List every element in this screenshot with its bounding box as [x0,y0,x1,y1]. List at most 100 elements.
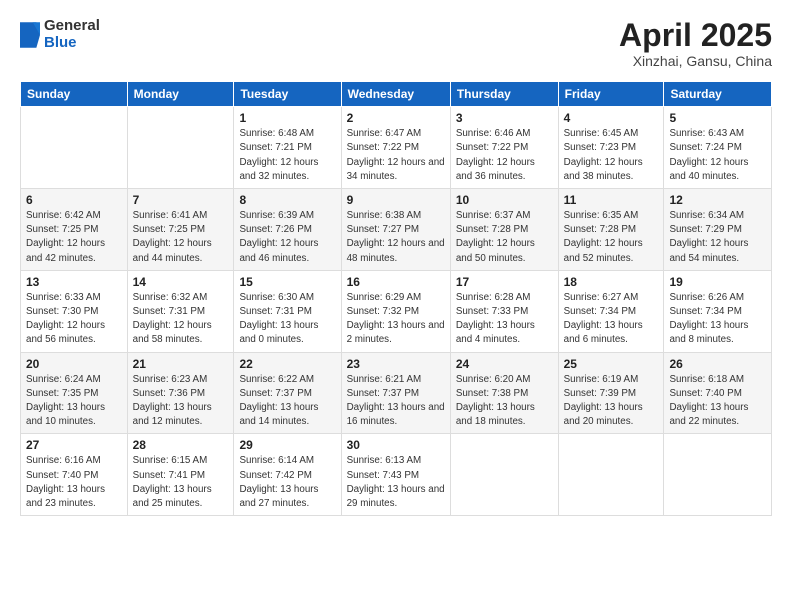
title-block: April 2025 Xinzhai, Gansu, China [619,18,772,69]
table-row: 13 Sunrise: 6:33 AM Sunset: 7:30 PM Dayli… [21,270,128,352]
table-row: 14 Sunrise: 6:32 AM Sunset: 7:31 PM Dayli… [127,270,234,352]
day-info: Sunrise: 6:15 AM Sunset: 7:41 PM Dayligh… [133,454,229,511]
day-info: Sunrise: 6:48 AM Sunset: 7:21 PM Dayligh… [239,127,335,184]
day-info: Sunrise: 6:46 AM Sunset: 7:22 PM Dayligh… [456,127,553,184]
day-number: 25 [564,357,659,371]
table-row: 29 Sunrise: 6:14 AM Sunset: 7:42 PM Dayli… [234,434,341,516]
col-saturday: Saturday [664,82,772,107]
day-info: Sunrise: 6:13 AM Sunset: 7:43 PM Dayligh… [347,454,445,511]
day-info: Sunrise: 6:20 AM Sunset: 7:38 PM Dayligh… [456,373,553,430]
table-row: 7 Sunrise: 6:41 AM Sunset: 7:25 PM Daylig… [127,189,234,271]
day-number: 6 [26,193,122,207]
logo-blue-text: Blue [44,35,100,52]
day-info: Sunrise: 6:28 AM Sunset: 7:33 PM Dayligh… [456,291,553,348]
day-number: 30 [347,438,445,452]
table-row: 16Sunrise: 6:29 AM Sunset: 7:32 PM Dayli… [341,270,450,352]
calendar-week-row: 1Sunrise: 6:48 AM Sunset: 7:21 PM Daylig… [21,107,772,189]
table-row: 27 Sunrise: 6:16 AM Sunset: 7:40 PM Dayli… [21,434,128,516]
col-monday: Monday [127,82,234,107]
day-info: Sunrise: 6:14 AM Sunset: 7:42 PM Dayligh… [239,454,335,511]
table-row: 24 Sunrise: 6:20 AM Sunset: 7:38 PM Dayli… [450,352,558,434]
table-row: 20Sunrise: 6:24 AM Sunset: 7:35 PM Dayli… [21,352,128,434]
day-info: Sunrise: 6:19 AM Sunset: 7:39 PM Dayligh… [564,373,659,430]
day-info: Sunrise: 6:39 AM Sunset: 7:26 PM Dayligh… [239,209,335,266]
calendar-week-row: 20Sunrise: 6:24 AM Sunset: 7:35 PM Dayli… [21,352,772,434]
day-info: Sunrise: 6:24 AM Sunset: 7:35 PM Dayligh… [26,373,122,430]
day-number: 7 [133,193,229,207]
logo-icon [20,22,40,48]
calendar-week-row: 6 Sunrise: 6:42 AM Sunset: 7:25 PM Daylig… [21,189,772,271]
day-info: Sunrise: 6:16 AM Sunset: 7:40 PM Dayligh… [26,454,122,511]
table-row [21,107,128,189]
table-row: 17 Sunrise: 6:28 AM Sunset: 7:33 PM Dayli… [450,270,558,352]
day-info: Sunrise: 6:30 AM Sunset: 7:31 PM Dayligh… [239,291,335,348]
day-info: Sunrise: 6:37 AM Sunset: 7:28 PM Dayligh… [456,209,553,266]
day-info: Sunrise: 6:42 AM Sunset: 7:25 PM Dayligh… [26,209,122,266]
day-info: Sunrise: 6:47 AM Sunset: 7:22 PM Dayligh… [347,127,445,184]
calendar-week-row: 27 Sunrise: 6:16 AM Sunset: 7:40 PM Dayli… [21,434,772,516]
day-number: 13 [26,275,122,289]
table-row: 22 Sunrise: 6:22 AM Sunset: 7:37 PM Dayli… [234,352,341,434]
table-row: 6 Sunrise: 6:42 AM Sunset: 7:25 PM Daylig… [21,189,128,271]
table-row: 8 Sunrise: 6:39 AM Sunset: 7:26 PM Daylig… [234,189,341,271]
day-number: 11 [564,193,659,207]
title-location: Xinzhai, Gansu, China [619,53,772,69]
day-number: 4 [564,111,659,125]
col-sunday: Sunday [21,82,128,107]
calendar-table: Sunday Monday Tuesday Wednesday Thursday… [20,81,772,516]
day-number: 27 [26,438,122,452]
page: General Blue April 2025 Xinzhai, Gansu, … [0,0,792,612]
table-row: 4 Sunrise: 6:45 AM Sunset: 7:23 PM Daylig… [558,107,664,189]
day-info: Sunrise: 6:21 AM Sunset: 7:37 PM Dayligh… [347,373,445,430]
table-row: 15 Sunrise: 6:30 AM Sunset: 7:31 PM Dayli… [234,270,341,352]
table-row: 30 Sunrise: 6:13 AM Sunset: 7:43 PM Dayli… [341,434,450,516]
day-info: Sunrise: 6:18 AM Sunset: 7:40 PM Dayligh… [669,373,766,430]
table-row: 18Sunrise: 6:27 AM Sunset: 7:34 PM Dayli… [558,270,664,352]
day-info: Sunrise: 6:43 AM Sunset: 7:24 PM Dayligh… [669,127,766,184]
day-number: 2 [347,111,445,125]
logo: General Blue [20,18,100,51]
logo-general-text: General [44,18,100,35]
logo-text: General Blue [44,18,100,51]
table-row [558,434,664,516]
table-row: 1Sunrise: 6:48 AM Sunset: 7:21 PM Daylig… [234,107,341,189]
table-row: 10 Sunrise: 6:37 AM Sunset: 7:28 PM Dayli… [450,189,558,271]
table-row: 3 Sunrise: 6:46 AM Sunset: 7:22 PM Daylig… [450,107,558,189]
day-number: 28 [133,438,229,452]
day-info: Sunrise: 6:23 AM Sunset: 7:36 PM Dayligh… [133,373,229,430]
day-number: 8 [239,193,335,207]
day-info: Sunrise: 6:34 AM Sunset: 7:29 PM Dayligh… [669,209,766,266]
table-row: 2 Sunrise: 6:47 AM Sunset: 7:22 PM Daylig… [341,107,450,189]
table-row [127,107,234,189]
col-friday: Friday [558,82,664,107]
day-number: 19 [669,275,766,289]
day-number: 14 [133,275,229,289]
day-info: Sunrise: 6:22 AM Sunset: 7:37 PM Dayligh… [239,373,335,430]
day-number: 9 [347,193,445,207]
day-info: Sunrise: 6:29 AM Sunset: 7:32 PM Dayligh… [347,291,445,348]
day-info: Sunrise: 6:45 AM Sunset: 7:23 PM Dayligh… [564,127,659,184]
calendar-week-row: 13 Sunrise: 6:33 AM Sunset: 7:30 PM Dayli… [21,270,772,352]
day-number: 10 [456,193,553,207]
day-info: Sunrise: 6:27 AM Sunset: 7:34 PM Dayligh… [564,291,659,348]
table-row: 9Sunrise: 6:38 AM Sunset: 7:27 PM Daylig… [341,189,450,271]
day-info: Sunrise: 6:32 AM Sunset: 7:31 PM Dayligh… [133,291,229,348]
header: General Blue April 2025 Xinzhai, Gansu, … [20,18,772,69]
day-number: 21 [133,357,229,371]
day-info: Sunrise: 6:33 AM Sunset: 7:30 PM Dayligh… [26,291,122,348]
calendar-header-row: Sunday Monday Tuesday Wednesday Thursday… [21,82,772,107]
day-number: 29 [239,438,335,452]
table-row: 28 Sunrise: 6:15 AM Sunset: 7:41 PM Dayli… [127,434,234,516]
col-tuesday: Tuesday [234,82,341,107]
day-info: Sunrise: 6:41 AM Sunset: 7:25 PM Dayligh… [133,209,229,266]
col-thursday: Thursday [450,82,558,107]
table-row: 26Sunrise: 6:18 AM Sunset: 7:40 PM Dayli… [664,352,772,434]
day-number: 17 [456,275,553,289]
day-number: 22 [239,357,335,371]
day-number: 15 [239,275,335,289]
day-number: 24 [456,357,553,371]
day-number: 3 [456,111,553,125]
table-row: 21 Sunrise: 6:23 AM Sunset: 7:36 PM Dayli… [127,352,234,434]
table-row: 12Sunrise: 6:34 AM Sunset: 7:29 PM Dayli… [664,189,772,271]
table-row [450,434,558,516]
